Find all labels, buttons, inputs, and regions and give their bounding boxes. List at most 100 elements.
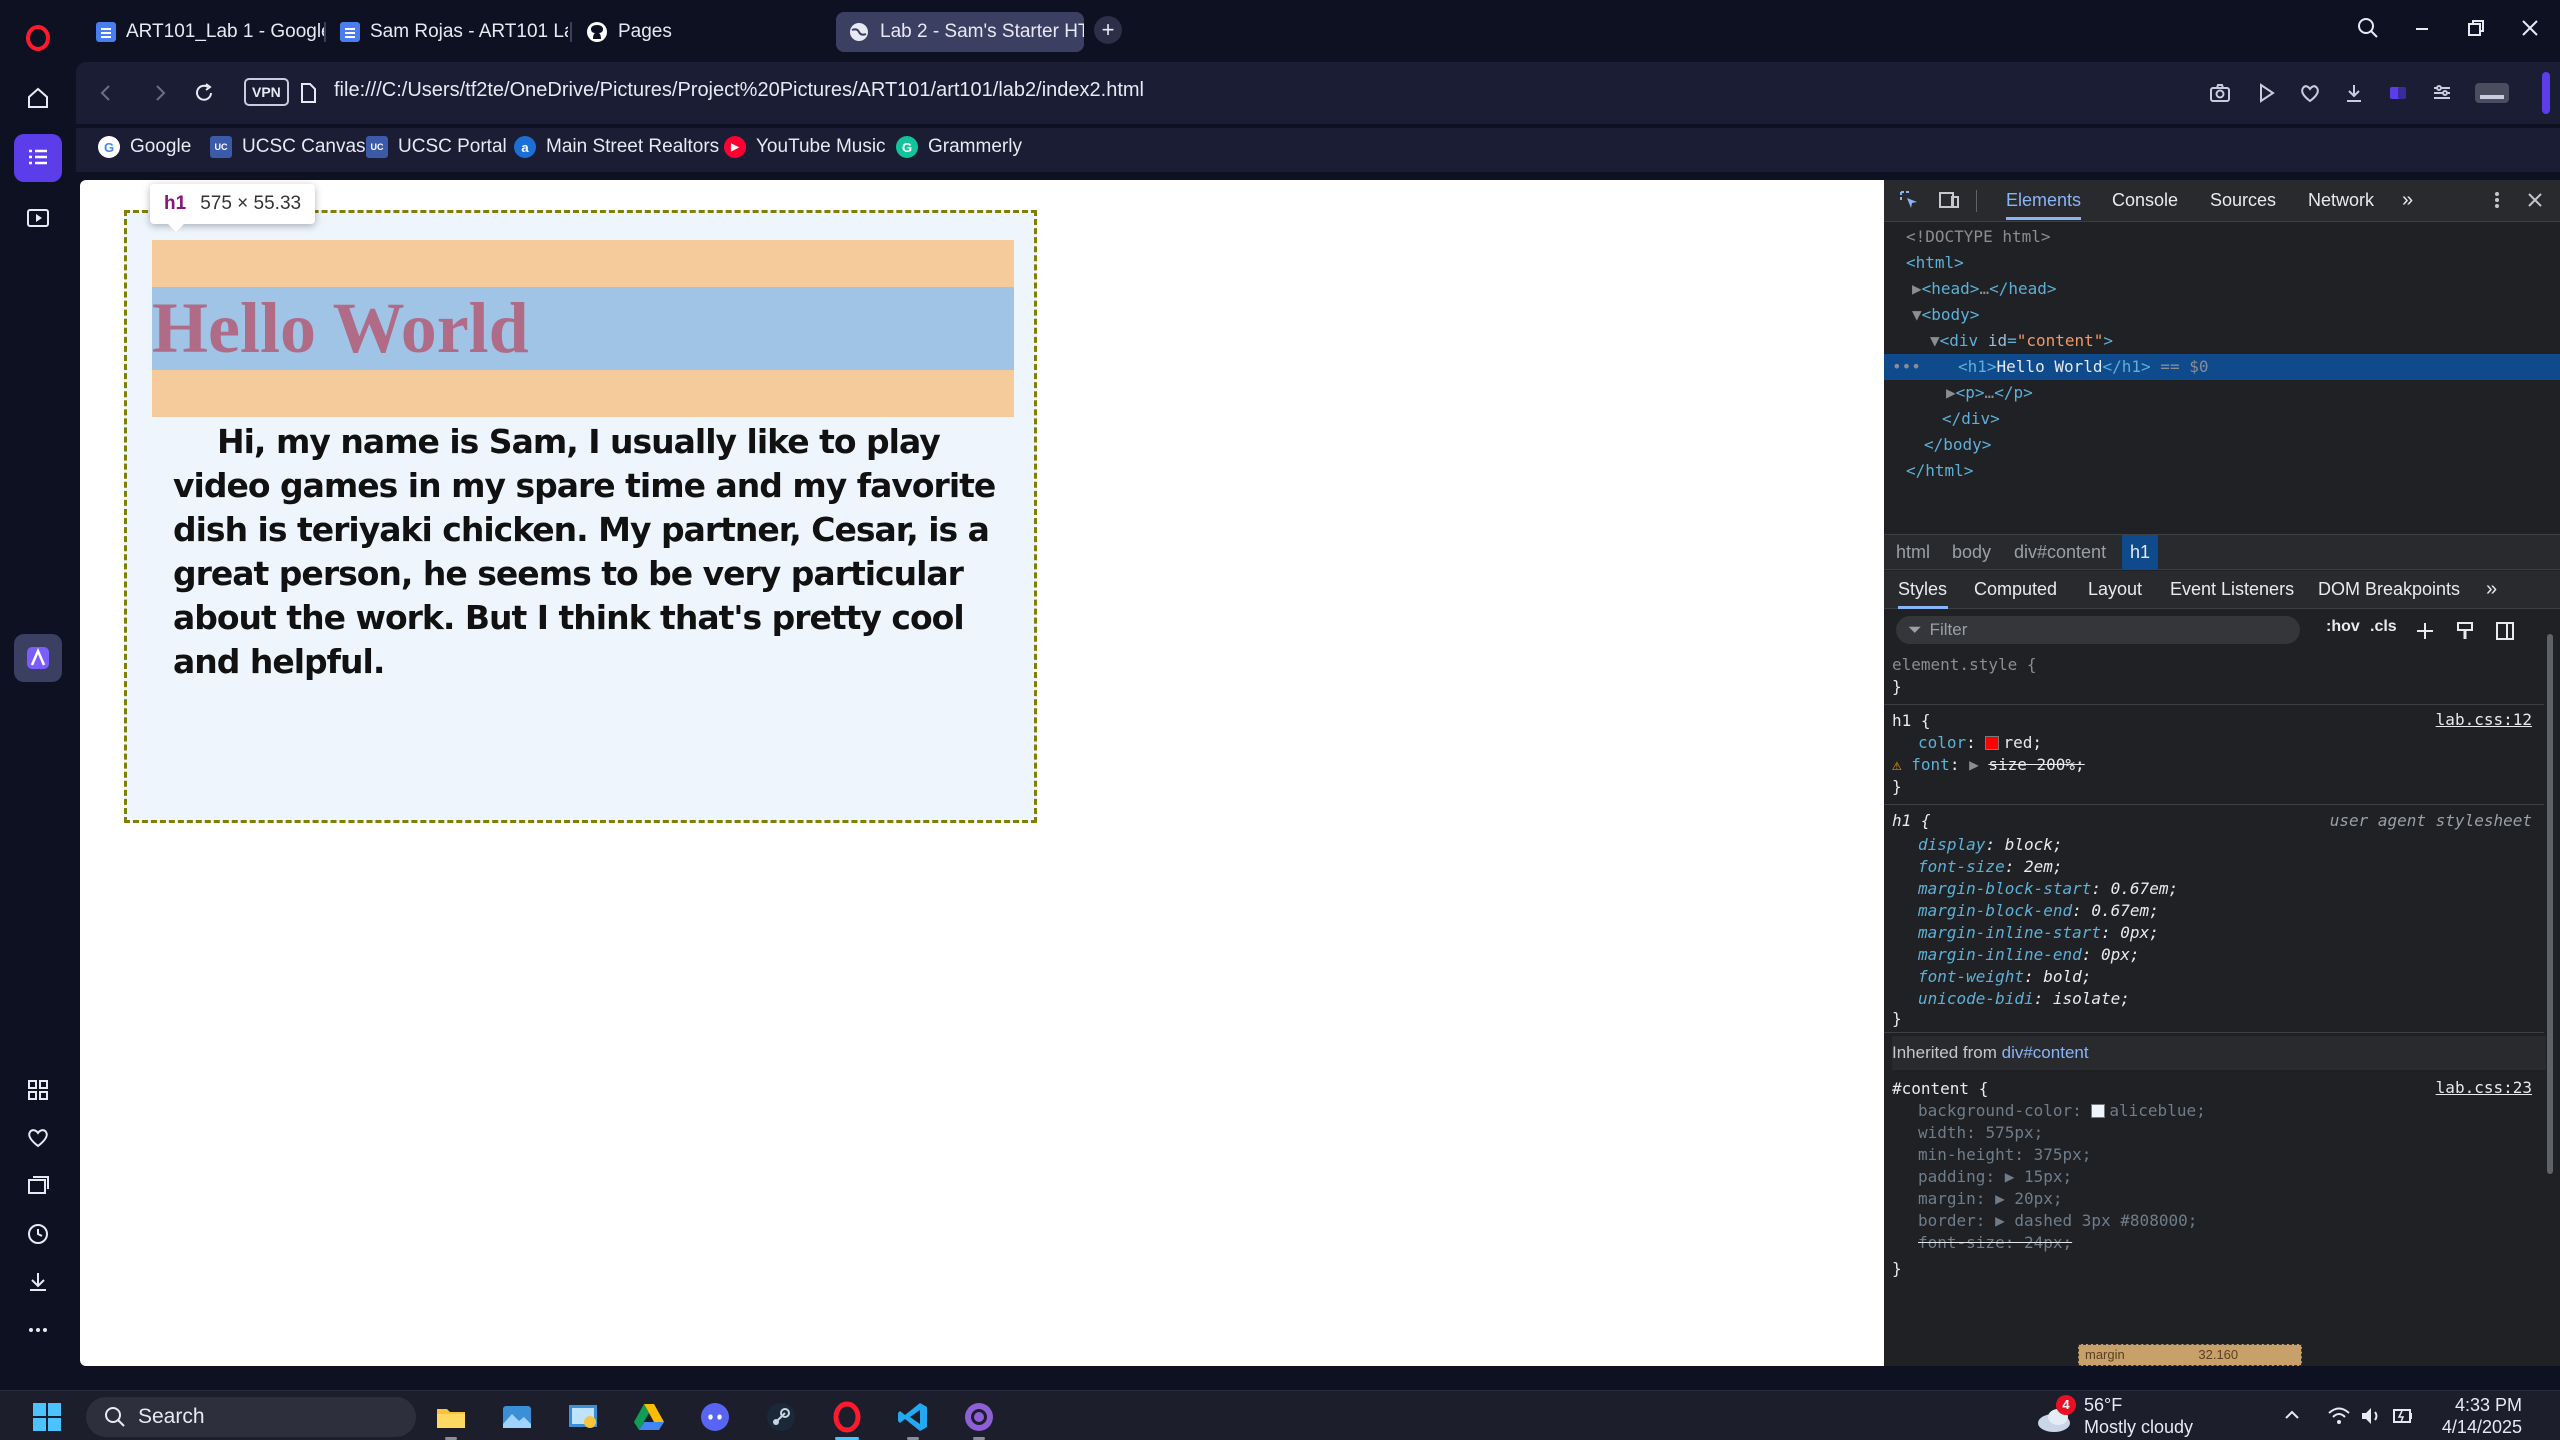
dom-body[interactable]: ▼<body>: [1884, 302, 2560, 328]
windows-start-icon[interactable]: [26, 1396, 68, 1438]
collapse-arrow-icon[interactable]: ▼: [1912, 305, 1922, 324]
breadcrumb-html[interactable]: html: [1896, 535, 1930, 569]
element-style-rule[interactable]: element.style {: [1892, 654, 2037, 676]
rule1-source-link[interactable]: lab.css:12: [2436, 710, 2532, 729]
dom-body-close[interactable]: </body>: [1884, 432, 2560, 458]
bookmark-main-street-realtors[interactable]: a Main Street Realtors: [514, 136, 719, 158]
minimize-icon[interactable]: [2400, 8, 2444, 48]
rule1-selector[interactable]: h1 {: [1892, 710, 1931, 732]
rule2-prop[interactable]: margin-block-start: 0.67em;: [1918, 878, 2178, 900]
vscode-icon[interactable]: [892, 1396, 934, 1440]
breadcrumb-h1[interactable]: h1: [2122, 535, 2159, 569]
breadcrumb-body[interactable]: body: [1952, 535, 1991, 569]
back-icon[interactable]: [90, 77, 122, 109]
history-icon[interactable]: [14, 1210, 62, 1258]
inspect-element-icon[interactable]: [1898, 189, 1920, 211]
expand-arrow-icon[interactable]: ▶: [1946, 383, 1956, 402]
search-tabs-icon[interactable]: [2346, 8, 2390, 48]
breadcrumb-div-content[interactable]: div#content: [2014, 535, 2106, 569]
rule3-prop[interactable]: background-color: aliceblue;: [1918, 1100, 2206, 1122]
rule2-prop[interactable]: margin-inline-start: 0px;: [1918, 922, 2159, 944]
github-desktop-icon[interactable]: [958, 1396, 1000, 1440]
new-style-rule-icon[interactable]: [2414, 620, 2436, 642]
downloads-icon[interactable]: [14, 1258, 62, 1306]
rule3-prop[interactable]: padding: ▶ 15px;: [1918, 1166, 2072, 1188]
easy-setup-icon[interactable]: [2426, 77, 2458, 109]
new-tab-button[interactable]: +: [1094, 16, 1122, 44]
url-input[interactable]: file:///C:/Users/tf2te/OneDrive/Pictures…: [334, 79, 1144, 102]
rule2-prop[interactable]: display: block;: [1918, 834, 2063, 856]
tab-art101-lab1[interactable]: ART101_Lab 1 - Google Do: [84, 12, 324, 52]
bookmarks-heart-icon[interactable]: [14, 1114, 62, 1162]
reload-icon[interactable]: [188, 77, 220, 109]
weather-icon[interactable]: 4: [2036, 1395, 2076, 1435]
inherited-from-link[interactable]: div#content: [2002, 1043, 2089, 1062]
tab-sources[interactable]: Sources: [2210, 180, 2276, 220]
aliceblue-color-swatch[interactable]: [2091, 1104, 2106, 1118]
vpn-badge[interactable]: VPN: [244, 78, 289, 106]
more-subtabs-icon[interactable]: »: [2486, 571, 2497, 609]
battery-icon[interactable]: [2390, 1403, 2416, 1429]
volume-icon[interactable]: [2358, 1403, 2384, 1429]
heart-icon[interactable]: [2294, 77, 2326, 109]
rule3-source-link[interactable]: lab.css:23: [2436, 1078, 2532, 1097]
box-model-margin[interactable]: margin 32.160: [2078, 1344, 2302, 1366]
subtab-dom-breakpoints[interactable]: DOM Breakpoints: [2318, 571, 2460, 609]
taskbar-search[interactable]: Search: [86, 1397, 416, 1437]
rule3-prop[interactable]: border: ▶ dashed 3px #808000;: [1918, 1210, 2197, 1232]
player-icon[interactable]: [14, 194, 62, 242]
rule3-prop[interactable]: margin: ▶ 20px;: [1918, 1188, 2063, 1210]
computed-sidebar-icon[interactable]: [2494, 620, 2516, 642]
opera-logo-icon[interactable]: [14, 14, 62, 62]
control-panel-icon[interactable]: [562, 1396, 604, 1438]
photos-icon[interactable]: [496, 1396, 538, 1438]
scrollbar-thumb[interactable]: [2547, 634, 2553, 1174]
wifi-icon[interactable]: [2326, 1403, 2352, 1429]
rule3-prop[interactable]: min-height: 375px;: [1918, 1144, 2091, 1166]
rule3-prop[interactable]: font-size: 24px;: [1918, 1232, 2072, 1254]
rule2-prop[interactable]: unicode-bidi: isolate;: [1918, 988, 2130, 1010]
expand-arrow-icon[interactable]: ▶: [1912, 279, 1922, 298]
dom-ellipsis[interactable]: …: [1979, 279, 1989, 298]
restore-icon[interactable]: [2454, 8, 2498, 48]
dom-html[interactable]: <html>: [1884, 250, 2560, 276]
dom-div-close[interactable]: </div>: [1884, 406, 2560, 432]
expand-arrow-icon[interactable]: ▶: [1969, 755, 1979, 774]
clock-date[interactable]: 4/14/2025: [2426, 1417, 2522, 1438]
steam-icon[interactable]: [760, 1396, 802, 1438]
rule3-selector[interactable]: #content {: [1892, 1078, 1988, 1100]
download-icon[interactable]: [2338, 77, 2370, 109]
opera-taskbar-icon[interactable]: [826, 1396, 868, 1440]
tab-pages[interactable]: Pages: [574, 12, 724, 52]
aria-icon[interactable]: [14, 634, 62, 682]
paint-icon[interactable]: [2454, 620, 2476, 642]
subtab-computed[interactable]: Computed: [1974, 571, 2057, 609]
cls-toggle[interactable]: .cls: [2370, 618, 2397, 636]
dots-icon[interactable]: •••: [1892, 354, 1921, 380]
subtab-event-listeners[interactable]: Event Listeners: [2170, 571, 2294, 609]
chevron-up-icon[interactable]: [2280, 1403, 2304, 1427]
tab-sam-rojas-lab2[interactable]: Sam Rojas - ART101 Lab 2: [328, 12, 568, 52]
bookmark-google[interactable]: G Google: [98, 136, 191, 158]
bookmark-ucsc-portal[interactable]: UC UCSC Portal: [366, 136, 507, 158]
tab-network[interactable]: Network: [2308, 180, 2374, 220]
clock-time[interactable]: 4:33 PM: [2426, 1395, 2522, 1416]
rule2-prop[interactable]: font-weight: bold;: [1918, 966, 2091, 988]
forward-icon[interactable]: [144, 77, 176, 109]
wallet-icon[interactable]: [2382, 77, 2414, 109]
snapshot-icon[interactable]: [2204, 77, 2236, 109]
dom-h1-selected[interactable]: ••• <h1>Hello World</h1> == $0: [1884, 354, 2560, 380]
tab-lab2-starter[interactable]: Lab 2 - Sam's Starter HTM: [836, 12, 1084, 52]
tab-islands-icon[interactable]: [14, 134, 62, 182]
hov-toggle[interactable]: :hov: [2326, 618, 2360, 636]
styles-filter-input[interactable]: ⏷ Filter: [1896, 616, 2300, 644]
tab-elements[interactable]: Elements: [2006, 180, 2082, 220]
rule2-selector[interactable]: h1 {: [1892, 810, 1931, 832]
rule2-prop[interactable]: margin-block-end: 0.67em;: [1918, 900, 2159, 922]
tab-console[interactable]: Console: [2112, 180, 2178, 220]
discord-icon[interactable]: [694, 1396, 736, 1438]
extensions-icon[interactable]: [14, 1066, 62, 1114]
dom-ellipsis[interactable]: …: [1985, 383, 1995, 402]
tabs-icon[interactable]: [14, 1162, 62, 1210]
home-icon[interactable]: [14, 74, 62, 122]
